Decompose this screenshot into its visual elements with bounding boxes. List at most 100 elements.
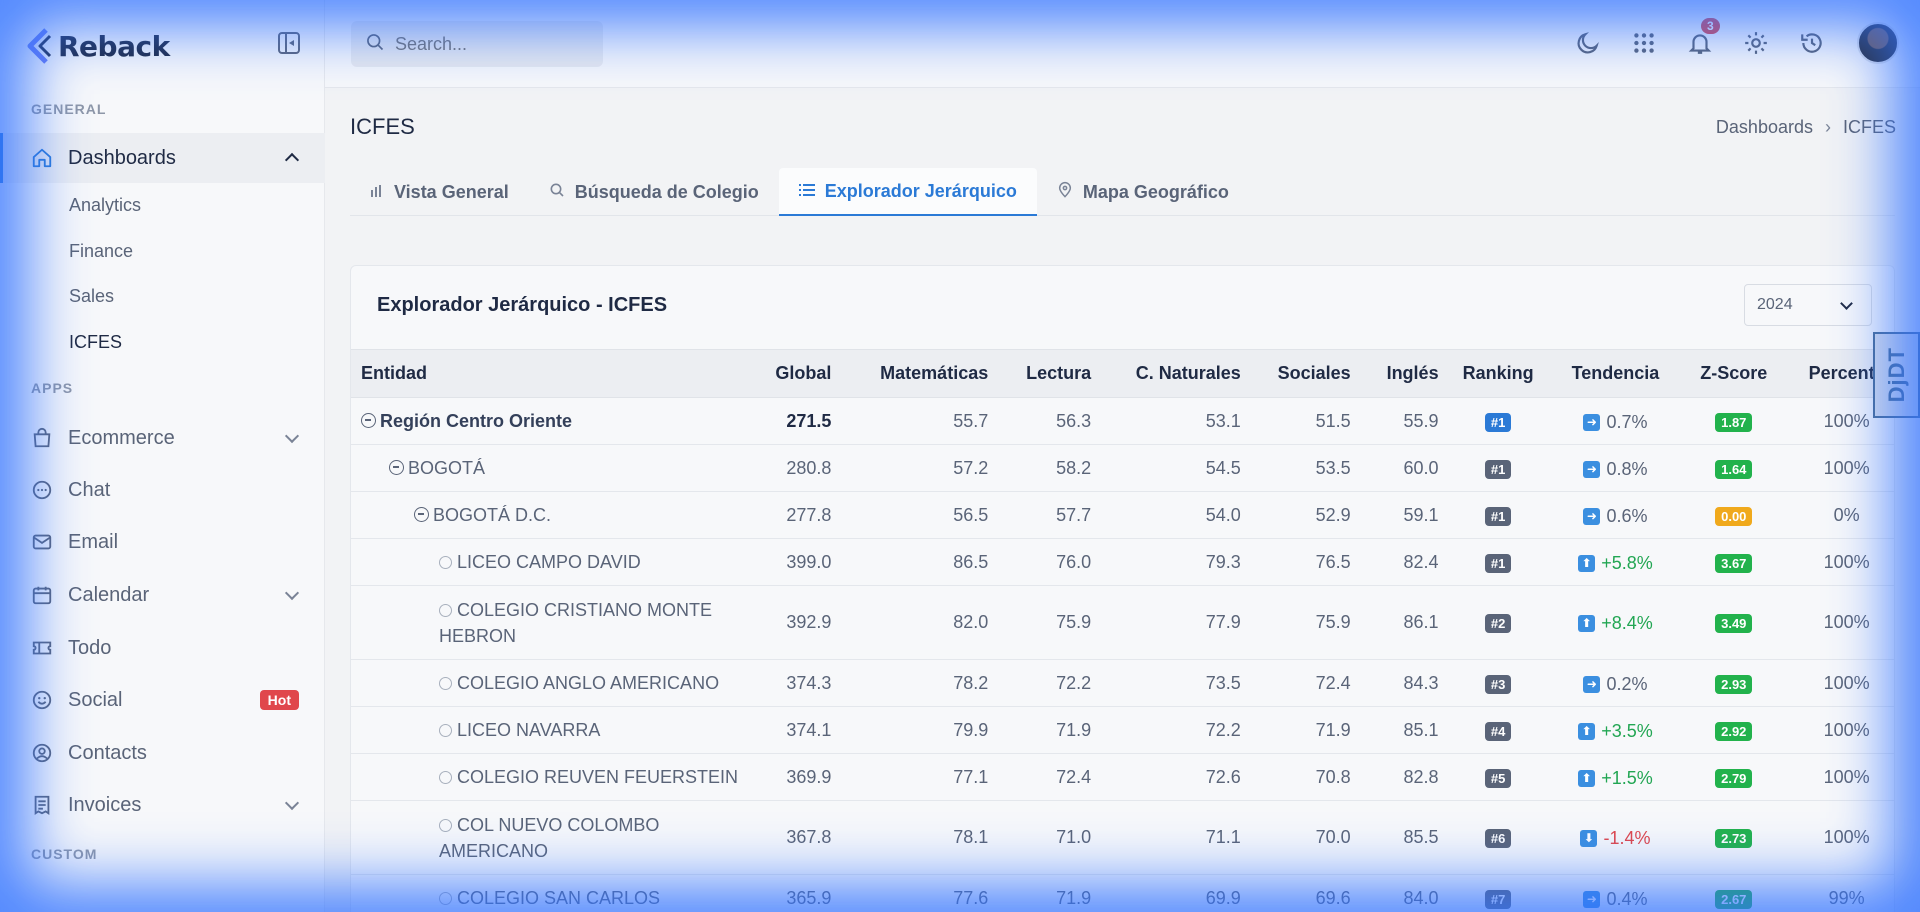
zscore-cell: 2.73: [1685, 800, 1783, 875]
collapse-toggle-icon[interactable]: [361, 412, 376, 428]
sidebar-item-calendar[interactable]: Calendar: [0, 570, 325, 620]
trend-cell: ➜ 0.6%: [1545, 491, 1686, 539]
table-row[interactable]: BOGOTÁ 280.8 57.2 58.2 54.5 53.5 60.0 #1…: [351, 444, 1894, 492]
col-header-ranking[interactable]: Ranking: [1450, 349, 1546, 398]
col-header-entidad[interactable]: Entidad: [351, 349, 754, 398]
table-row[interactable]: COLEGIO SAN CARLOS 365.9 77.6 71.9 69.9 …: [351, 874, 1894, 912]
history-icon[interactable]: [1797, 28, 1827, 58]
sidebar-item-invoices[interactable]: Invoices: [0, 780, 325, 830]
leaf-node-icon: [439, 818, 452, 832]
zscore-badge: 2.73: [1715, 829, 1753, 848]
gear-icon[interactable]: [1741, 28, 1771, 58]
moon-icon[interactable]: [1573, 28, 1603, 58]
trend-value: +8.4%: [1601, 613, 1653, 633]
entity-name: COLEGIO REUVEN FEUERSTEIN: [457, 766, 739, 787]
debug-toolbar-handle[interactable]: DjDT: [1873, 332, 1920, 418]
lec-cell: 71.9: [1000, 874, 1104, 912]
chevron-down-icon: [284, 428, 300, 444]
tab-vista-general[interactable]: Vista General: [350, 168, 529, 216]
menu-section-apps: APPS: [31, 380, 74, 396]
entity-name: Región Centro Oriente: [380, 410, 573, 431]
rank-badge: #1: [1484, 506, 1512, 526]
sidebar-collapse-icon[interactable]: [278, 32, 300, 54]
search-input[interactable]: [395, 33, 595, 55]
table-row[interactable]: Región Centro Oriente 271.5 55.7 56.3 53…: [351, 397, 1894, 445]
zscore-badge: 1.64: [1715, 459, 1753, 479]
trend-cell: ⬇ -1.4%: [1545, 800, 1686, 875]
breadcrumb-current: ICFES: [1842, 117, 1896, 137]
col-header-tendencia[interactable]: Tendencia: [1545, 349, 1686, 398]
arrow-right-icon: ➜: [1583, 675, 1601, 693]
rank-cell: #4: [1450, 706, 1546, 754]
sidebar-item-email[interactable]: Email: [0, 517, 325, 567]
percentile-cell: 100%: [1782, 538, 1894, 586]
zscore-badge: 3.67: [1715, 553, 1753, 573]
collapse-toggle-icon[interactable]: [389, 459, 404, 475]
arrow-right-icon: ➜: [1583, 460, 1601, 478]
col-header-zscore[interactable]: Z-Score: [1685, 349, 1783, 398]
zscore-cell: 2.92: [1685, 706, 1783, 754]
col-header-naturales[interactable]: C. Naturales: [1103, 349, 1253, 398]
table-row[interactable]: LICEO CAMPO DAVID 399.0 86.5 76.0 79.3 7…: [351, 538, 1894, 586]
ing-cell: 59.1: [1362, 491, 1451, 539]
tab-mapa-geografico[interactable]: Mapa Geográfico: [1037, 168, 1249, 216]
sidebar-subitem-finance[interactable]: Finance: [69, 241, 133, 262]
table-row[interactable]: COLEGIO CRISTIANO MONTE HEBRON 392.9 82.…: [351, 585, 1894, 660]
col-header-sociales[interactable]: Sociales: [1252, 349, 1363, 398]
search-box[interactable]: [351, 21, 603, 67]
col-header-matematicas[interactable]: Matemáticas: [843, 349, 1001, 398]
home-icon: [30, 146, 54, 170]
trend-value: +1.5%: [1601, 767, 1653, 788]
mat-cell: 86.5: [843, 538, 1001, 586]
sidebar-item-contacts[interactable]: Contacts: [0, 728, 325, 778]
entity-name: BOGOTÁ D.C.: [433, 504, 552, 525]
sidebar-item-dashboards[interactable]: Dashboards: [0, 133, 325, 183]
list-icon: [798, 181, 815, 202]
year-select-value: 2024: [1757, 296, 1793, 313]
tab-explorador-jerarquico[interactable]: Explorador Jerárquico: [778, 168, 1037, 216]
soc-cell: 53.5: [1252, 444, 1363, 492]
tab-busqueda-colegio[interactable]: Búsqueda de Colegio: [529, 168, 779, 216]
apps-grid-icon[interactable]: [1629, 28, 1659, 58]
table-row[interactable]: BOGOTÁ D.C. 277.8 56.5 57.7 54.0 52.9 59…: [351, 491, 1894, 539]
brand-name: Reback: [58, 29, 170, 63]
collapse-toggle-icon[interactable]: [414, 506, 429, 522]
bell-icon[interactable]: 3: [1685, 18, 1720, 58]
col-header-lectura[interactable]: Lectura: [1000, 349, 1104, 398]
avatar[interactable]: [1857, 22, 1899, 64]
brand-logo[interactable]: Reback: [26, 26, 170, 66]
zscore-cell: 2.79: [1685, 753, 1783, 801]
nat-cell: 71.1: [1103, 800, 1253, 875]
col-header-global[interactable]: Global: [753, 349, 844, 398]
sidebar-item-social[interactable]: Social Hot: [0, 675, 325, 725]
topbar: 3: [325, 0, 1920, 88]
percentile-cell: 99%: [1782, 874, 1894, 912]
table-row[interactable]: COL NUEVO COLOMBO AMERICANO 367.8 78.1 7…: [351, 800, 1894, 875]
nat-cell: 72.2: [1103, 706, 1253, 754]
sidebar-item-chat[interactable]: Chat: [0, 465, 325, 515]
sidebar-subitem-icfes[interactable]: ICFES: [69, 332, 122, 353]
rank-cell: #1: [1450, 397, 1546, 445]
trend-value: 0.2%: [1606, 673, 1648, 694]
table-row[interactable]: LICEO NAVARRA 374.1 79.9 71.9 72.2 71.9 …: [351, 706, 1894, 754]
mat-cell: 78.2: [843, 659, 1001, 707]
trend-value: +3.5%: [1601, 720, 1653, 741]
col-header-ingles[interactable]: Inglés: [1362, 349, 1451, 398]
sidebar-subitem-sales[interactable]: Sales: [69, 286, 114, 307]
breadcrumb-link-dashboards[interactable]: Dashboards: [1716, 117, 1813, 138]
rank-badge: #7: [1484, 889, 1512, 909]
trend-cell: ⬆ +3.5%: [1545, 706, 1686, 754]
year-select[interactable]: 2024: [1744, 284, 1872, 326]
sidebar-subitem-analytics[interactable]: Analytics: [69, 195, 141, 216]
table-row[interactable]: COLEGIO ANGLO AMERICANO 374.3 78.2 72.2 …: [351, 659, 1894, 707]
rank-cell: #1: [1450, 491, 1546, 539]
table-row[interactable]: COLEGIO REUVEN FEUERSTEIN 369.9 77.1 72.…: [351, 753, 1894, 801]
soc-cell: 72.4: [1252, 659, 1363, 707]
arrow-right-icon: ➜: [1583, 507, 1601, 525]
lec-cell: 76.0: [1000, 538, 1104, 586]
sidebar-item-ecommerce[interactable]: Ecommerce: [0, 413, 325, 463]
sidebar-item-todo[interactable]: Todo: [0, 623, 325, 673]
rank-badge: #6: [1484, 829, 1512, 848]
tab-label: Búsqueda de Colegio: [574, 181, 759, 202]
soc-cell: 69.6: [1252, 874, 1363, 912]
